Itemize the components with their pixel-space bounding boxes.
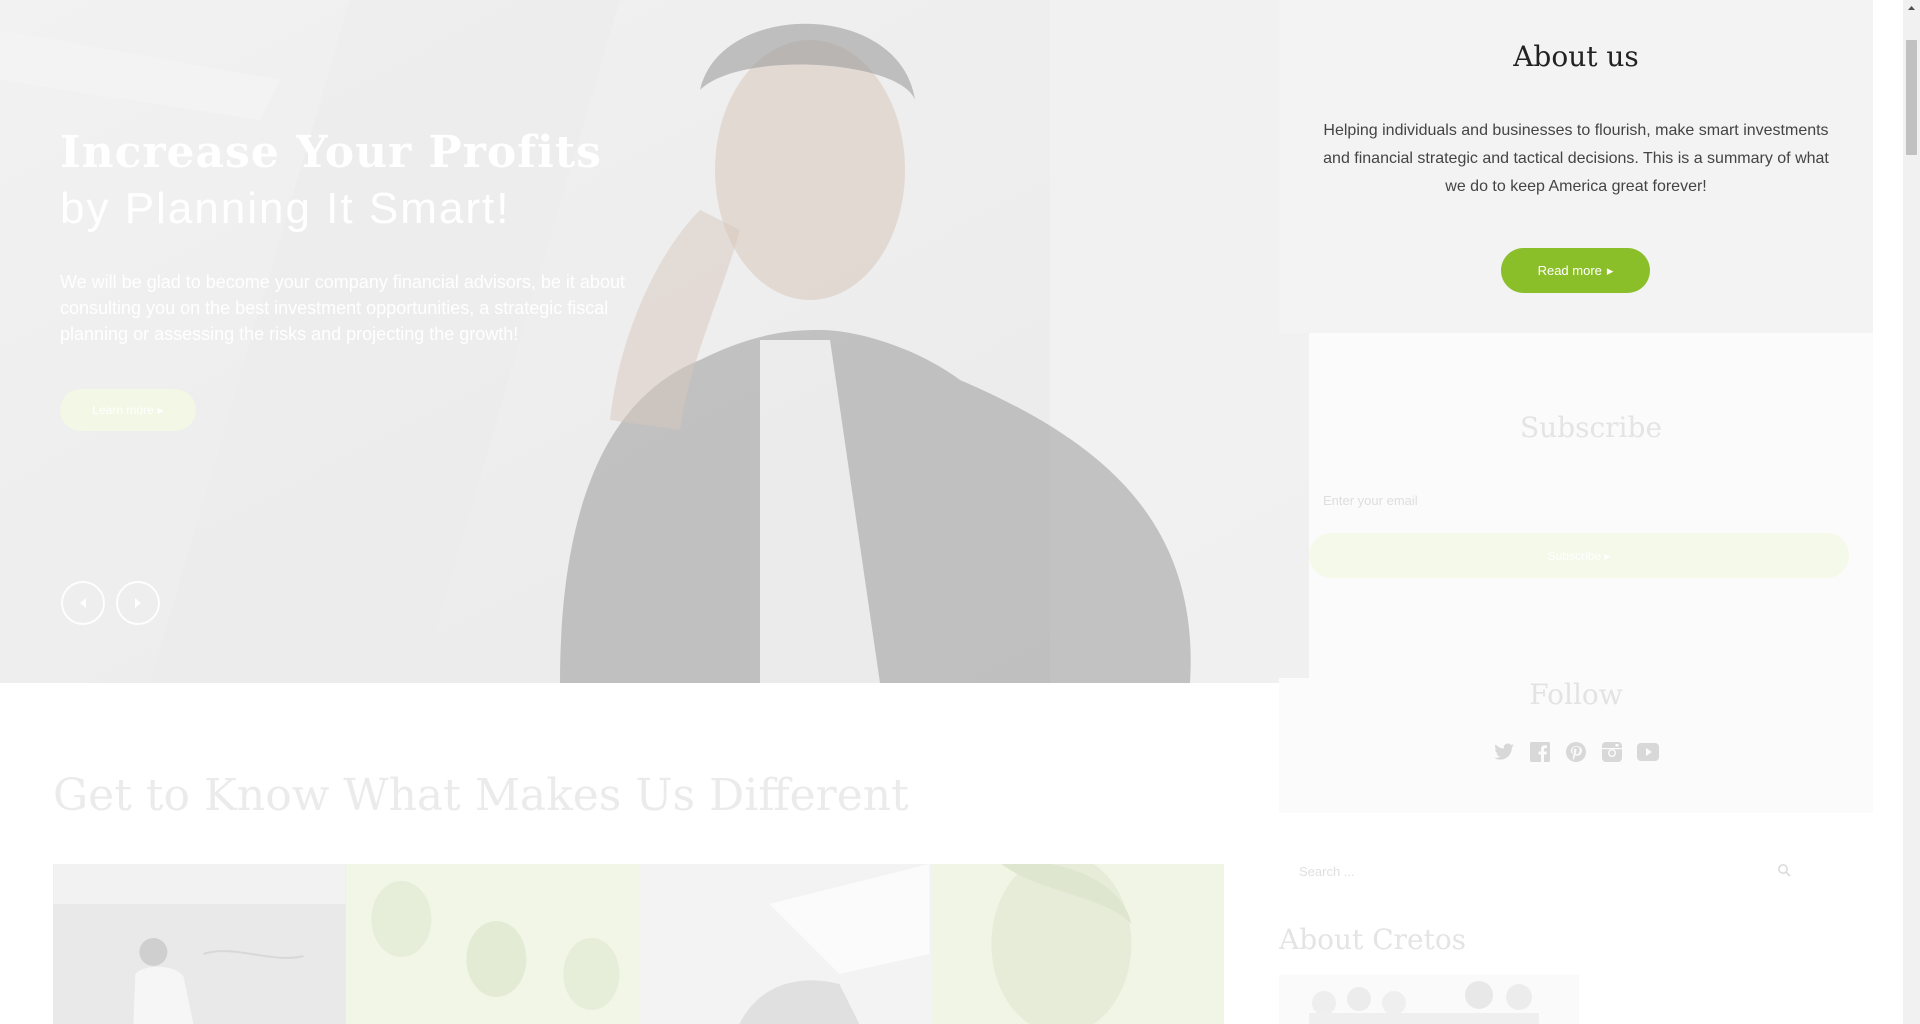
about-cretos-title: About Cretos bbox=[1279, 923, 1467, 956]
caret-right-icon: ▸ bbox=[1604, 548, 1611, 563]
search-input[interactable] bbox=[1279, 862, 1769, 880]
hero-slider: Increase Your Profits by Planning It Sma… bbox=[0, 0, 1309, 683]
tile-image bbox=[931, 864, 1224, 1024]
read-more-button[interactable]: Read more ▸ bbox=[1501, 248, 1650, 293]
slider-prev-button[interactable] bbox=[61, 581, 105, 625]
email-field[interactable] bbox=[1309, 479, 1849, 521]
social-links bbox=[1279, 740, 1873, 764]
subscribe-button[interactable]: Subscribe ▸ bbox=[1309, 533, 1849, 578]
facebook-icon[interactable] bbox=[1528, 740, 1552, 764]
read-more-label: Read more bbox=[1537, 263, 1602, 278]
caret-up-icon bbox=[1908, 6, 1915, 10]
search-button[interactable] bbox=[1769, 856, 1799, 886]
caret-right-icon: ▸ bbox=[1606, 262, 1614, 278]
team-photo bbox=[1279, 975, 1579, 1024]
feature-tile[interactable] bbox=[345, 864, 639, 1024]
twitter-icon[interactable] bbox=[1492, 740, 1516, 764]
learn-more-label: Learn more bbox=[92, 403, 154, 417]
follow-widget: Follow bbox=[1279, 678, 1873, 813]
slider-next-button[interactable] bbox=[116, 581, 160, 625]
page-scrollbar[interactable] bbox=[1903, 0, 1920, 1024]
about-us-title: About us bbox=[1513, 40, 1639, 73]
hero-subtitle: by Planning It Smart! bbox=[60, 184, 511, 233]
pinterest-icon[interactable] bbox=[1564, 740, 1588, 764]
feature-tile[interactable] bbox=[931, 864, 1224, 1024]
tile-image bbox=[346, 864, 639, 1024]
feature-tiles bbox=[53, 864, 1224, 1024]
tile-image bbox=[53, 864, 346, 1024]
section-title: Get to Know What Makes Us Different bbox=[53, 770, 909, 821]
chevron-left-icon bbox=[80, 598, 86, 608]
subscribe-title: Subscribe bbox=[1519, 411, 1663, 444]
youtube-icon[interactable] bbox=[1636, 740, 1660, 764]
instagram-icon[interactable] bbox=[1600, 740, 1624, 764]
about-us-text: Helping individuals and businesses to fl… bbox=[1323, 122, 1829, 195]
scroll-up-button[interactable] bbox=[1903, 0, 1920, 17]
search-icon bbox=[1778, 863, 1791, 877]
caret-right-icon: ▸ bbox=[157, 403, 164, 417]
tile-image bbox=[638, 864, 931, 1024]
about-us-widget: About us Helping individuals and busines… bbox=[1279, 0, 1873, 333]
feature-tile[interactable] bbox=[638, 864, 932, 1024]
scrollbar-thumb[interactable] bbox=[1906, 40, 1917, 155]
learn-more-button[interactable]: Learn more ▸ bbox=[60, 389, 196, 431]
feature-tile[interactable] bbox=[53, 864, 346, 1024]
subscribe-button-label: Subscribe bbox=[1547, 548, 1601, 563]
chevron-right-icon bbox=[135, 598, 141, 608]
search-bar bbox=[1279, 856, 1799, 886]
hero-description: We will be glad to become your company f… bbox=[60, 272, 625, 344]
hero-content: Increase Your Profits by Planning It Sma… bbox=[60, 125, 680, 365]
hero-title: Increase Your Profits bbox=[60, 127, 602, 178]
subscribe-widget: Subscribe Subscribe ▸ bbox=[1309, 333, 1873, 678]
follow-title: Follow bbox=[1529, 678, 1623, 711]
